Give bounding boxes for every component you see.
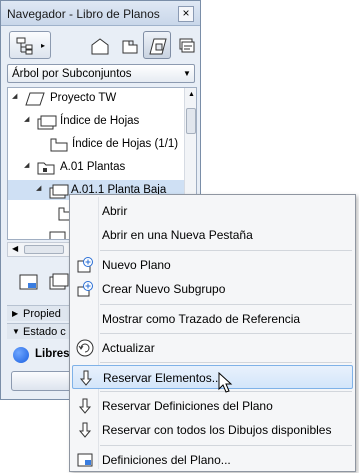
dropdown-value: Árbol por Subconjuntos bbox=[12, 68, 132, 80]
menu-item-reserve-with-drawings[interactable]: Reservar con todos los Dibujos disponibl… bbox=[72, 418, 353, 442]
menu-separator bbox=[100, 362, 352, 363]
menu-item-label: Reservar Definiciones del Plano bbox=[102, 399, 273, 413]
scroll-thumb[interactable] bbox=[24, 245, 64, 254]
menu-item-open-new-tab[interactable]: Abrir en una Nueva Pestaña bbox=[72, 223, 353, 247]
subset-icon bbox=[37, 115, 57, 130]
new-layout-icon bbox=[77, 257, 93, 273]
tree-node-index[interactable]: ◢ Índice de Hojas bbox=[8, 111, 184, 131]
menu-item-reserve-elements[interactable]: Reservar Elementos... bbox=[72, 365, 353, 389]
new-layout-button[interactable] bbox=[17, 271, 41, 295]
menu-separator bbox=[100, 333, 352, 334]
chevron-right-icon: ▸ bbox=[41, 41, 46, 50]
scroll-thumb[interactable] bbox=[186, 108, 196, 134]
menu-separator bbox=[100, 304, 352, 305]
layout-book-button[interactable] bbox=[143, 31, 171, 59]
menu-item-open[interactable]: Abrir bbox=[72, 199, 353, 223]
project-map-button[interactable] bbox=[85, 31, 113, 59]
menu-item-refresh[interactable]: Actualizar bbox=[72, 336, 353, 360]
tree-node-label: Índice de Hojas bbox=[60, 115, 140, 127]
tree-node-a01[interactable]: ◢ A.01 Plantas bbox=[8, 157, 184, 177]
menu-item-label: Actualizar bbox=[102, 341, 155, 355]
collapse-icon: ▼ bbox=[12, 327, 20, 336]
menu-item-new-layout[interactable]: Nuevo Plano bbox=[72, 253, 353, 277]
tree-node-label: Proyecto TW bbox=[50, 92, 117, 104]
sheet-icon bbox=[50, 138, 68, 152]
menu-item-label: Abrir bbox=[102, 204, 128, 218]
menu-item-label: Reservar con todos los Dibujos disponibl… bbox=[102, 423, 332, 437]
menu-item-reserve-layout-settings[interactable]: Reservar Definiciones del Plano bbox=[72, 394, 353, 418]
tree-node-label: Índice de Hojas (1/1) bbox=[72, 138, 179, 150]
layout-settings-icon bbox=[77, 453, 93, 467]
status-dot-icon bbox=[13, 347, 29, 363]
menu-item-label: Mostrar como Trazado de Referencia bbox=[102, 312, 301, 326]
reserve-arrow-icon bbox=[78, 422, 92, 438]
menu-item-label: Nuevo Plano bbox=[102, 258, 171, 272]
expand-icon: ▶ bbox=[12, 309, 19, 318]
menu-item-show-as-reference[interactable]: Mostrar como Trazado de Referencia bbox=[72, 307, 353, 331]
refresh-icon bbox=[76, 339, 94, 357]
map-mode-button[interactable]: ▸ bbox=[9, 31, 51, 59]
expand-toggle[interactable]: ◢ bbox=[24, 116, 32, 124]
map-tree-icon bbox=[16, 37, 33, 55]
expand-toggle[interactable]: ◢ bbox=[24, 162, 32, 170]
menu-item-label: Crear Nuevo Subgrupo bbox=[102, 282, 226, 296]
window-title: Navegador - Libro de Planos bbox=[7, 7, 160, 21]
tree-node-project[interactable]: ◢ Proyecto TW bbox=[8, 88, 184, 108]
reserve-arrow-icon bbox=[78, 398, 92, 414]
menu-separator bbox=[100, 445, 352, 446]
new-subset-icon bbox=[49, 273, 69, 290]
project-map-icon bbox=[91, 38, 109, 55]
chevron-down-icon: ▼ bbox=[183, 69, 191, 78]
mouse-pointer-icon bbox=[218, 372, 233, 393]
reserve-arrow-icon bbox=[79, 370, 93, 386]
subset-icon bbox=[49, 184, 69, 199]
menu-separator bbox=[100, 250, 352, 251]
new-subset-button[interactable] bbox=[47, 271, 71, 295]
section-label: Estado c bbox=[23, 326, 66, 338]
new-layout-icon bbox=[19, 274, 38, 290]
tree-node-index-sheet[interactable]: Índice de Hojas (1/1) bbox=[8, 134, 184, 154]
menu-item-label: Abrir en una Nueva Pestaña bbox=[102, 228, 253, 242]
book-icon bbox=[25, 92, 45, 106]
navigator-toolbar: ▸ bbox=[7, 31, 195, 63]
view-map-icon bbox=[122, 40, 138, 54]
scroll-left-icon[interactable]: ◀ bbox=[12, 244, 18, 253]
menu-item-label: Definiciones del Plano... bbox=[102, 453, 231, 467]
menu-item-new-subset[interactable]: Crear Nuevo Subgrupo bbox=[72, 277, 353, 301]
menu-item-layout-settings[interactable]: Definiciones del Plano... bbox=[72, 448, 353, 472]
publisher-button[interactable] bbox=[171, 31, 199, 59]
section-label: Propied bbox=[23, 308, 61, 320]
status-label: Libres bbox=[35, 348, 70, 360]
close-button[interactable]: × bbox=[178, 6, 194, 22]
expand-toggle[interactable]: ◢ bbox=[12, 93, 20, 101]
context-menu: Abrir Abrir en una Nueva Pestaña Nuevo P… bbox=[69, 194, 356, 472]
view-map-button[interactable] bbox=[115, 31, 143, 59]
layout-book-icon bbox=[149, 38, 167, 55]
expand-toggle[interactable]: ◢ bbox=[36, 185, 44, 193]
view-mode-dropdown[interactable]: Árbol por Subconjuntos ▼ bbox=[7, 64, 195, 83]
new-subset-icon bbox=[77, 281, 93, 297]
subset-icon bbox=[37, 162, 55, 175]
subset-icon bbox=[49, 231, 66, 239]
title-bar[interactable]: Navegador - Libro de Planos × bbox=[1, 1, 200, 26]
menu-item-label: Reservar Elementos... bbox=[103, 371, 222, 385]
tree-node-label: A.01 Plantas bbox=[60, 161, 126, 173]
publisher-icon bbox=[179, 38, 195, 53]
scroll-up-icon[interactable]: ▲ bbox=[188, 91, 195, 98]
